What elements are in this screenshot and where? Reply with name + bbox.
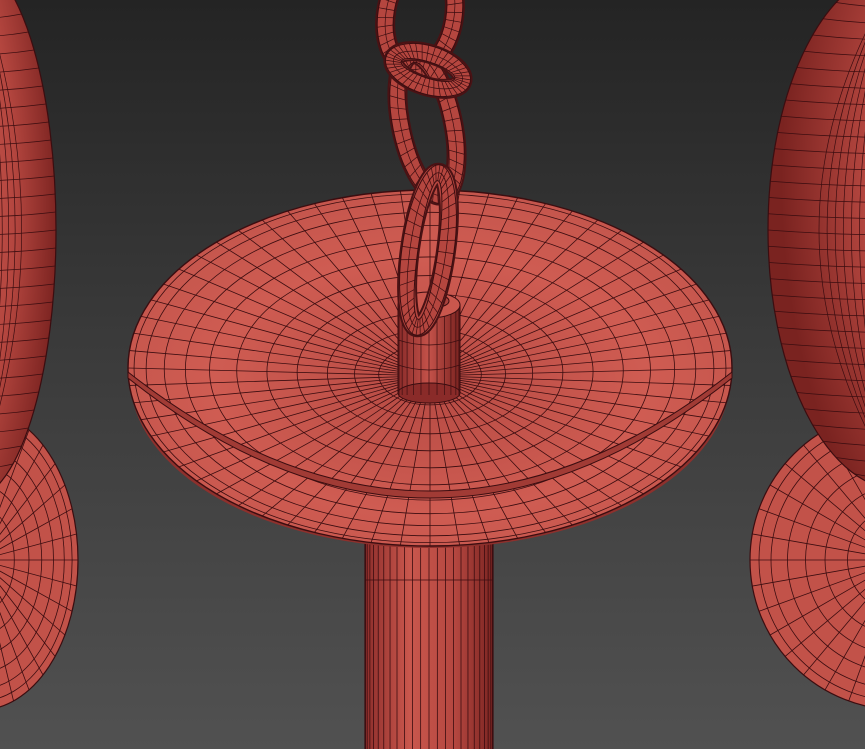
- left-lamp-bowl: [0, 0, 57, 500]
- wireframe-scene: [0, 0, 865, 749]
- support-column: [364, 537, 494, 749]
- right-lamp-bowl: [767, 0, 865, 490]
- 3d-viewport[interactable]: [0, 0, 865, 749]
